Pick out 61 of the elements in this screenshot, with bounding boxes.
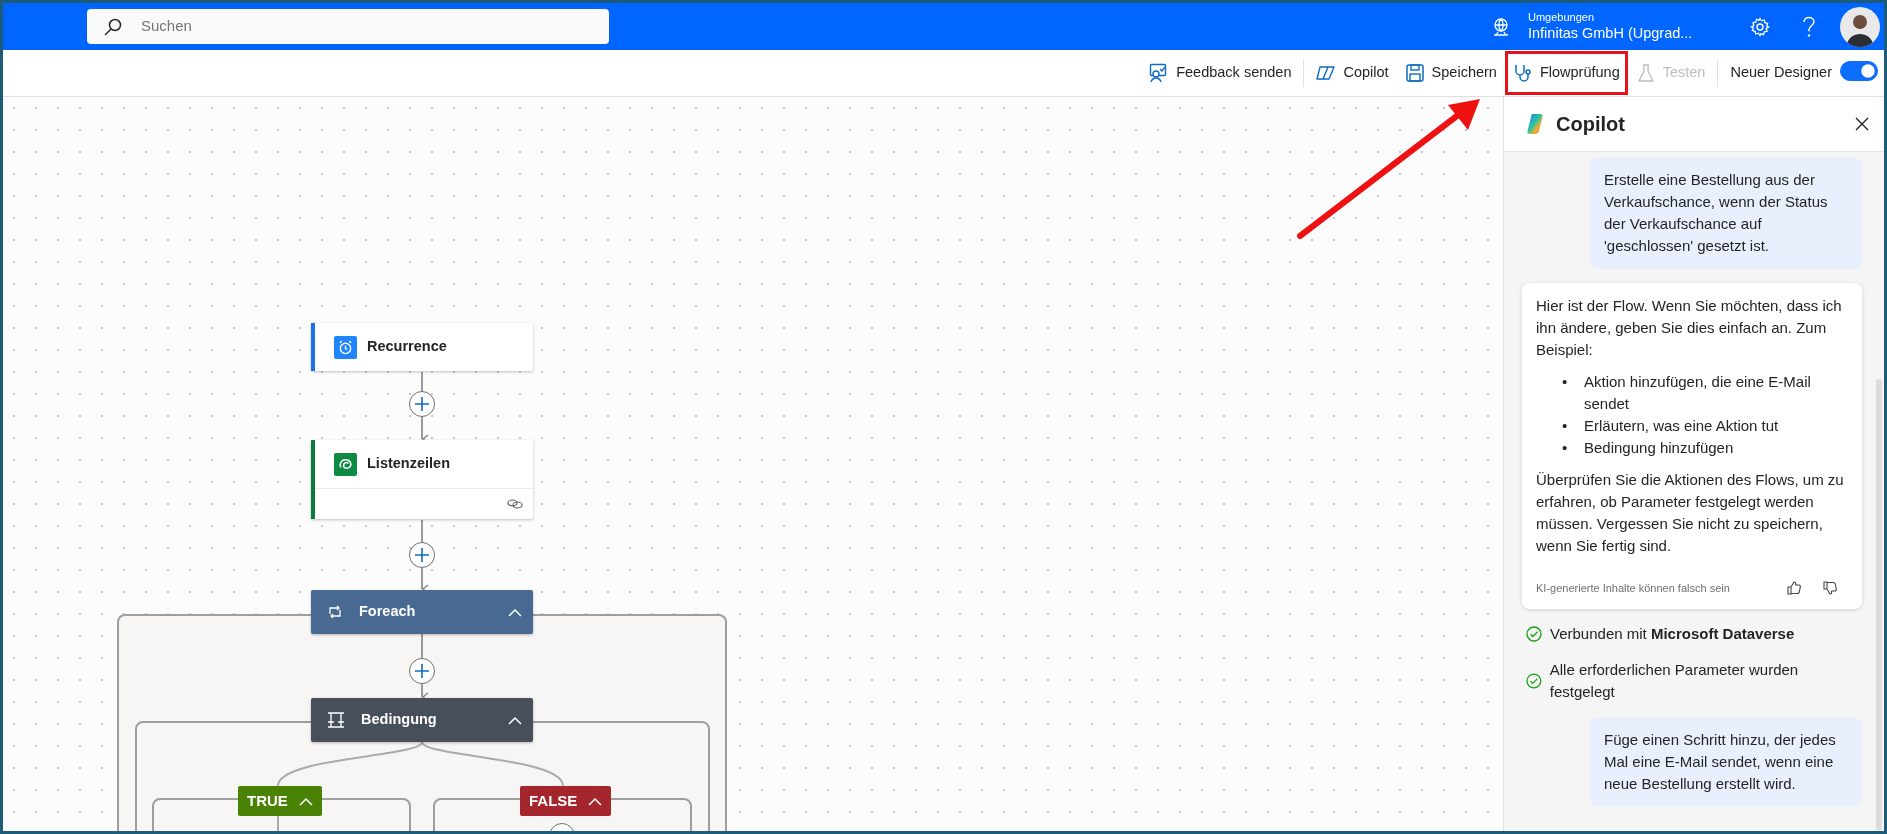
plus-icon — [414, 663, 430, 679]
toggle-switch[interactable] — [1840, 61, 1878, 81]
panel-title: Copilot — [1556, 112, 1626, 137]
condition-icon — [327, 712, 345, 728]
branch-label[interactable]: FALSE — [520, 786, 612, 816]
save-icon — [1404, 63, 1425, 83]
step-title: Bedingung — [361, 710, 438, 730]
chevron-icon[interactable] — [297, 795, 314, 807]
branch-title: FALSE — [529, 790, 578, 811]
search-input[interactable]: Suchen — [139, 14, 597, 39]
environment-name[interactable]: Infinitas GmbH (Upgrad... — [1528, 24, 1718, 42]
condition-card[interactable]: Bedingung — [311, 698, 533, 742]
check-circle-icon — [1526, 673, 1542, 689]
branch-title: TRUE — [247, 790, 288, 811]
step-title: Foreach — [359, 602, 417, 622]
close-icon[interactable] — [1854, 116, 1870, 132]
toolbar-button[interactable]: Flowprüfung — [1504, 51, 1628, 95]
link-icon[interactable] — [507, 498, 523, 510]
plus-icon — [414, 547, 430, 563]
branch-label[interactable]: TRUE — [238, 786, 322, 816]
chevron-icon[interactable] — [507, 606, 523, 618]
toolbar-button[interactable]: Copilot — [1308, 51, 1397, 95]
search-icon — [103, 16, 123, 37]
bullet-mark: • — [1562, 416, 1569, 436]
toolbar-button[interactable]: Speichern — [1396, 51, 1505, 95]
disclaimer-text: KI-generierte Inhalte können falsch sein — [1536, 581, 1731, 596]
bullet-mark: • — [1562, 438, 1569, 458]
status-text: Alle erforderlichen Parameter wurden festgelegt — [1549, 660, 1800, 702]
message-paragraph: Überprüfen Sie die Aktionen des Flows, um zu erfahren, ob Parameter festgelegt werden müssen. Vergessen Sie nicht zu speichern, wenn Sie fertig sind. — [1536, 470, 1845, 556]
avatar[interactable] — [1840, 6, 1880, 47]
bullet-mark: • — [1562, 372, 1569, 392]
user-message: Erstelle eine Bestellung aus der Verkaufschance, wenn der Status der Verkaufschance auf 'geschlossen' gesetzt ist. — [1590, 157, 1862, 269]
search-field[interactable]: Suchen — [87, 9, 609, 44]
chevron-icon[interactable] — [507, 714, 523, 726]
thumbs-down-icon[interactable] — [1822, 580, 1838, 596]
flask-icon — [1635, 63, 1656, 83]
action-title: Recurrence — [367, 337, 447, 357]
plus-icon — [414, 396, 430, 412]
user-message: Füge einen Schritt hinzu, der jedes Mal eine E-Mail sendet, wenn eine neue Bestellung erstellt wird. — [1590, 717, 1862, 807]
suggestion-item: Bedingung hinzufügen — [1584, 438, 1734, 458]
add-step-button[interactable] — [409, 542, 435, 568]
loop-card[interactable]: Foreach — [311, 590, 533, 634]
check-circle-icon — [1526, 626, 1542, 642]
message-paragraph: Hier ist der Flow. Wenn Sie möchten, dass ich ihn ändere, geben Sie dies einfach an. Zum Beispiel: — [1536, 296, 1843, 360]
add-step-button[interactable] — [409, 391, 435, 417]
loop-icon — [327, 605, 343, 619]
thumbs-up-icon[interactable] — [1786, 580, 1802, 596]
action-card[interactable]: Listenzeilen — [311, 440, 533, 519]
help-icon[interactable] — [1802, 15, 1816, 38]
scrollbar-thumb[interactable] — [1876, 379, 1882, 831]
chevron-icon[interactable] — [587, 795, 604, 807]
toggle-label: Neuer Designer — [1730, 63, 1832, 83]
environment-label: Umgebungen — [1528, 11, 1596, 24]
status-text: Verbunden mit Microsoft Dataverse — [1550, 624, 1795, 644]
stethoscope-icon — [1512, 63, 1533, 83]
settings-icon[interactable] — [1750, 16, 1770, 37]
suggestion-item: Erläutern, was eine Aktion tut — [1584, 416, 1779, 436]
action-title: Listenzeilen — [367, 454, 450, 474]
suggestion-item: Aktion hinzufügen, die eine E-Mail sendet — [1584, 372, 1812, 414]
action-card[interactable]: Recurrence — [311, 323, 533, 371]
toolbar-button[interactable]: Feedback senden — [1141, 51, 1300, 95]
